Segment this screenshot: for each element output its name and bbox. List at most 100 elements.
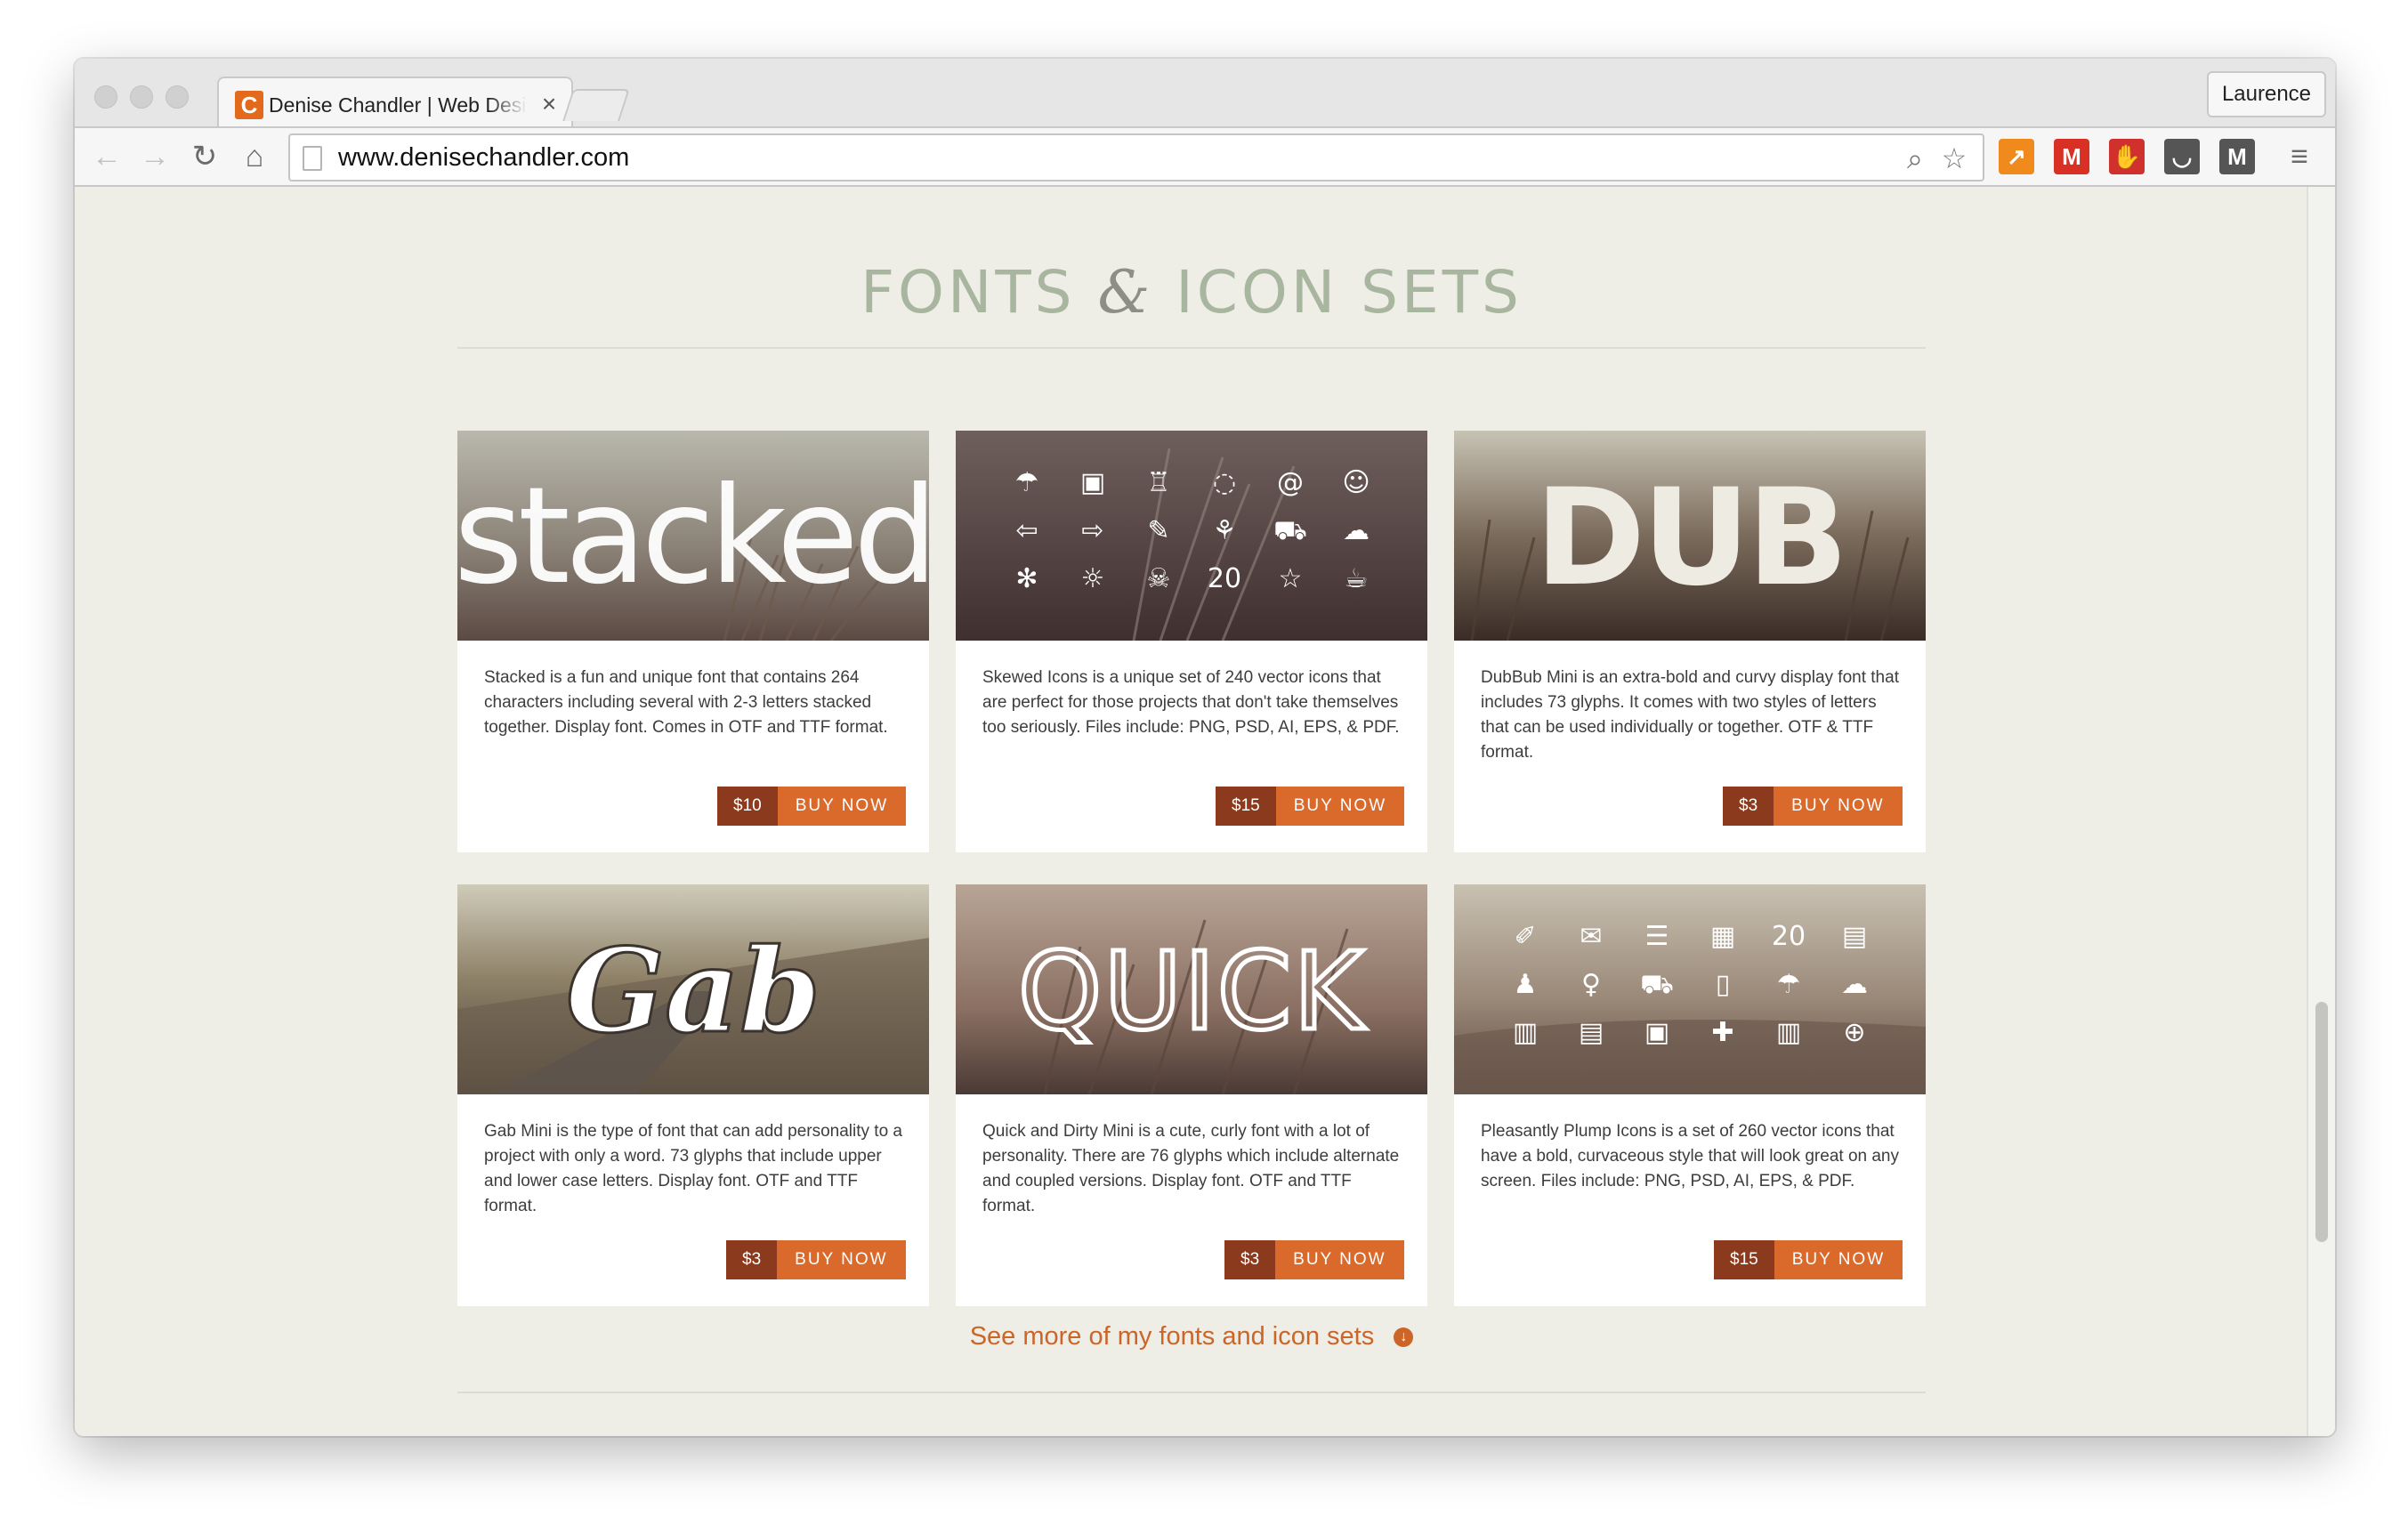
see-more-label: See more of my fonts and icon sets (969, 1322, 1375, 1351)
section-title-part1: FONTS (861, 258, 1076, 327)
artwork-icon: ⚘ (1213, 515, 1237, 546)
artwork-icon: ♖ (1147, 467, 1171, 498)
url-text[interactable]: www.denisechandler.com (338, 135, 629, 180)
browser-tab[interactable]: C Denise Chandler | Web Designer × (217, 77, 573, 128)
buy-now-label: BUY NOW (777, 1240, 906, 1279)
more-divider-top (457, 1392, 1926, 1393)
gab-logo-text: Gab (566, 923, 820, 1059)
product-image-gab[interactable]: Gab (457, 884, 929, 1094)
see-more-link[interactable]: See more of my fonts and icon sets ↓ (457, 1322, 1926, 1352)
search-icon[interactable]: ⌕ (1897, 141, 1933, 176)
product-image-stacked[interactable]: stacked (457, 431, 929, 641)
product-image-pleasantly-plump[interactable]: ✐ ✉ ☰ ▦ 20 ▤ ♟ ♀ ⛟ ▯ ☂ ☁ ▥ ▤ ▣ ✚ ▥ ⊕ (1454, 884, 1926, 1094)
artwork-icon: ✉ (1580, 921, 1602, 952)
artwork-icon: @ (1277, 467, 1304, 498)
buy-button[interactable]: $15 BUY NOW (1714, 1240, 1903, 1279)
section-title-ampersand: & (1097, 258, 1154, 327)
m-extension-icon[interactable]: M (2219, 139, 2255, 174)
tab-strip: C Denise Chandler | Web Designer × Laure… (75, 59, 2335, 128)
product-description: Gab Mini is the type of font that can ad… (484, 1122, 902, 1215)
product-description: Skewed Icons is a unique set of 240 vect… (982, 668, 1400, 737)
close-window-button[interactable] (94, 85, 117, 109)
artwork-icon: ⇦ (1015, 515, 1038, 546)
buy-button[interactable]: $3 BUY NOW (1723, 787, 1903, 826)
scrollbar[interactable] (2307, 187, 2335, 1436)
product-description: Pleasantly Plump Icons is a set of 260 v… (1481, 1122, 1899, 1190)
scrollbar-thumb[interactable] (2315, 1002, 2328, 1242)
zoom-window-button[interactable] (166, 85, 189, 109)
artwork-icon: ☠ (1147, 563, 1171, 594)
price-tag: $15 (1714, 1240, 1774, 1279)
artwork-icon: ☰ (1645, 921, 1669, 952)
artwork-icon: ✐ (1514, 921, 1536, 952)
product-description: Stacked is a fun and unique font that co… (484, 668, 888, 737)
artwork-icon: ▯ (1716, 969, 1731, 1000)
forward-arrow-icon[interactable]: → (135, 137, 174, 176)
buy-button[interactable]: $3 BUY NOW (1224, 1240, 1404, 1279)
screenshot-stage: C Denise Chandler | Web Designer × Laure… (0, 0, 2408, 1525)
artwork-icon: ▣ (1080, 467, 1105, 498)
back-arrow-icon[interactable]: ← (87, 137, 126, 176)
artwork-icon: ▥ (1513, 1017, 1538, 1048)
buy-now-label: BUY NOW (1774, 787, 1903, 826)
product-image-skewed-icons[interactable]: ☂ ▣ ♖ ◌ @ ☺ ⇦ ⇨ ✎ ⚘ ⛟ ☁ ✻ ☼ ☠ 20 ☆ ☕ (956, 431, 1427, 641)
artwork-icon: ✚ (1711, 1017, 1733, 1048)
gmail-extension-icon[interactable]: M (2054, 139, 2089, 174)
artwork-icon: ☼ (1081, 563, 1105, 594)
artwork-icon: 20 (1208, 563, 1241, 594)
skewed-icons-artwork: ☂ ▣ ♖ ◌ @ ☺ ⇦ ⇨ ✎ ⚘ ⛟ ☁ ✻ ☼ ☠ 20 ☆ ☕ (956, 431, 1427, 641)
dubbub-artwork: DUB (1454, 431, 1926, 641)
price-tag: $3 (1723, 787, 1774, 826)
buy-now-label: BUY NOW (777, 787, 907, 826)
browser-toolbar: ← → ↻ ⌂ www.denisechandler.com ⌕ ☆ ↗ M ✋ ◡ M… (75, 126, 2335, 187)
analytics-extension-icon[interactable]: ↗ (1999, 139, 2034, 174)
home-icon[interactable]: ⌂ (235, 137, 274, 176)
product-description: DubBub Mini is an extra-bold and curvy d… (1481, 668, 1899, 762)
artwork-icon: ▥ (1776, 1017, 1801, 1048)
buy-button[interactable]: $15 BUY NOW (1216, 787, 1405, 826)
page-icon (303, 146, 322, 171)
artwork-icon: ☆ (1279, 563, 1303, 594)
dub-logo-text: DUB (1535, 461, 1846, 616)
product-image-quick[interactable]: QUICK (956, 884, 1427, 1094)
address-bar[interactable]: www.denisechandler.com ⌕ ☆ (288, 133, 1984, 182)
artwork-icon: ⊕ (1843, 1017, 1865, 1048)
product-card-dubbub: DUB DubBub Mini is an extra-bold and cur… (1454, 431, 1926, 852)
product-card-pleasantly-plump: ✐ ✉ ☰ ▦ 20 ▤ ♟ ♀ ⛟ ▯ ☂ ☁ ▥ ▤ ▣ ✚ ▥ ⊕ Pleasantly Plump Ico… (1454, 884, 1926, 1306)
buy-now-label: BUY NOW (1275, 787, 1405, 826)
buy-now-label: BUY NOW (1275, 1240, 1404, 1279)
product-image-dubbub[interactable]: DUB (1454, 431, 1926, 641)
minimize-window-button[interactable] (130, 85, 153, 109)
profile-button[interactable]: Laurence (2207, 71, 2326, 117)
buy-now-label: BUY NOW (1774, 1240, 1903, 1279)
artwork-icon: ✻ (1015, 563, 1038, 594)
buy-button[interactable]: $3 BUY NOW (726, 1240, 906, 1279)
section-title-part2: ICON SETS (1176, 258, 1523, 327)
artwork-icon: ☕ (1345, 563, 1369, 594)
artwork-icon: ⛟ (1640, 969, 1674, 1000)
pocket-extension-icon[interactable]: ◡ (2164, 139, 2200, 174)
stacked-artwork: stacked (457, 431, 929, 641)
product-card-stacked: stacked Stacked is a fun and unique font… (457, 431, 929, 852)
product-card-quick: QUICK Quick and Dirty Mini is a cute, cu… (956, 884, 1427, 1306)
favicon-icon: C (235, 91, 263, 119)
adblock-extension-icon[interactable]: ✋ (2109, 139, 2145, 174)
price-tag: $3 (726, 1240, 778, 1279)
artwork-icon: ▤ (1579, 1017, 1604, 1048)
artwork-icon: ▣ (1644, 1017, 1669, 1048)
close-tab-icon[interactable]: × (536, 89, 562, 119)
buy-button[interactable]: $10 BUY NOW (717, 787, 907, 826)
product-card-skewed-icons: ☂ ▣ ♖ ◌ @ ☺ ⇦ ⇨ ✎ ⚘ ⛟ ☁ ✻ ☼ ☠ 20 ☆ ☕ Skewed Icons is a un… (956, 431, 1427, 852)
bookmark-star-icon[interactable]: ☆ (1936, 141, 1972, 176)
artwork-icon: ⛟ (1273, 515, 1307, 546)
menu-icon[interactable]: ≡ (2280, 137, 2319, 176)
new-tab-button[interactable] (562, 89, 630, 121)
artwork-icon: ▤ (1842, 921, 1867, 952)
artwork-icon: ⇨ (1081, 515, 1103, 546)
reload-icon[interactable]: ↻ (185, 137, 224, 176)
arrow-down-circle-icon: ↓ (1394, 1327, 1414, 1348)
section-title: FONTS & ICON SETS (457, 258, 1926, 327)
plump-icons-artwork: ✐ ✉ ☰ ▦ 20 ▤ ♟ ♀ ⛟ ▯ ☂ ☁ ▥ ▤ ▣ ✚ ▥ ⊕ (1454, 884, 1926, 1094)
artwork-icon: ☂ (1015, 467, 1039, 498)
artwork-icon: ☺ (1342, 467, 1370, 498)
